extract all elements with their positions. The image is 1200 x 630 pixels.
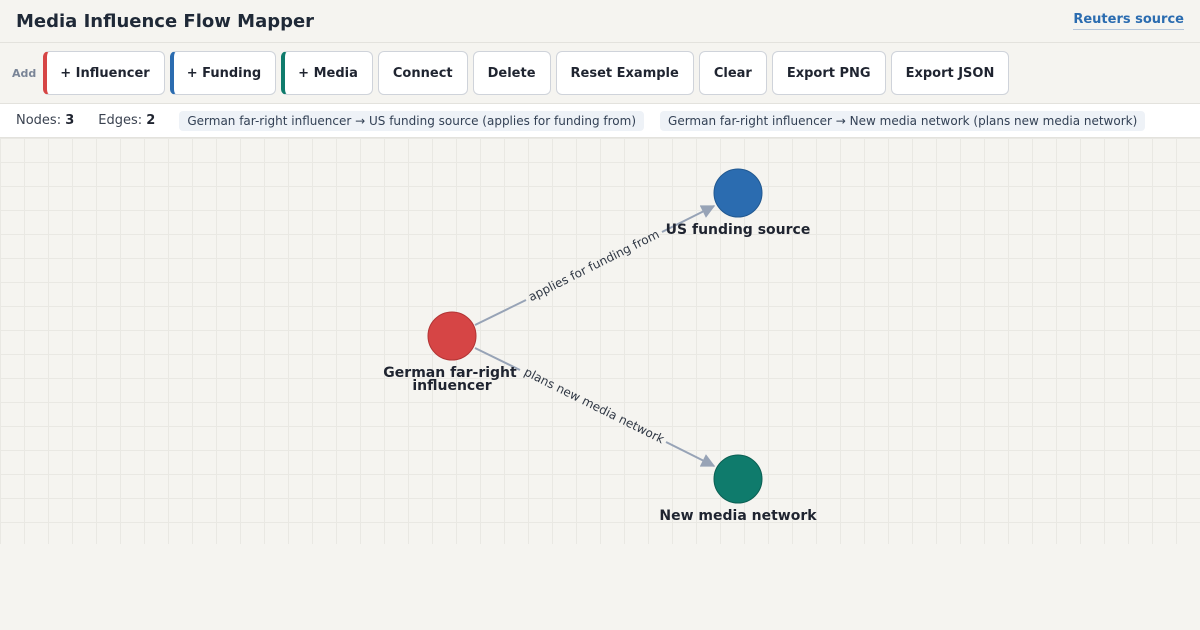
edge-line[interactable] [665,441,716,467]
node-label: US funding source [666,222,811,238]
nodes-value: 3 [65,113,75,128]
node-influencer[interactable]: German far-right influencer [383,311,517,394]
add-label: Add [12,66,37,80]
edge-summary-chip[interactable]: German far-right influencer → US funding… [179,110,645,131]
add-media-button[interactable]: + Media [281,51,373,95]
node-media[interactable]: New media network [659,454,817,524]
connect-button[interactable]: Connect [377,51,468,95]
node-label: influencer [412,378,491,394]
toolbar: Add + Influencer + Funding + Media Conne… [0,43,1200,104]
edge-summary-chip[interactable]: German far-right influencer → New media … [660,110,1146,131]
influencer-node-circle[interactable] [427,311,477,361]
edge-label: plans new media network [522,365,667,446]
clear-button[interactable]: Clear [698,51,767,95]
edge-count: Edges: 2 [98,113,155,128]
edges-value: 2 [146,113,156,128]
graph-svg[interactable]: applies for funding from plans new media… [0,138,1200,544]
node-count: Nodes: 3 [16,113,74,128]
app-header: Media Influence Flow Mapper Reuters sour… [0,0,1200,43]
add-influencer-button[interactable]: + Influencer [43,51,165,95]
edge-line[interactable] [474,299,527,326]
delete-button[interactable]: Delete [472,51,551,95]
media-node-circle[interactable] [713,454,763,504]
add-funding-button[interactable]: + Funding [169,51,277,95]
reset-example-button[interactable]: Reset Example [555,51,694,95]
funding-node-circle[interactable] [713,168,763,218]
reuters-source-link[interactable]: Reuters source [1073,12,1184,30]
node-funding[interactable]: US funding source [666,168,811,238]
app-title: Media Influence Flow Mapper [16,10,315,32]
graph-canvas[interactable]: applies for funding from plans new media… [0,138,1200,544]
edges-label: Edges: [98,113,143,128]
nodes-label: Nodes: [16,113,62,128]
export-png-button[interactable]: Export PNG [771,51,886,95]
node-label: New media network [659,508,817,524]
status-bar: Nodes: 3 Edges: 2 German far-right influ… [0,104,1200,138]
export-json-button[interactable]: Export JSON [890,51,1010,95]
edge-label: applies for funding from [526,227,661,304]
